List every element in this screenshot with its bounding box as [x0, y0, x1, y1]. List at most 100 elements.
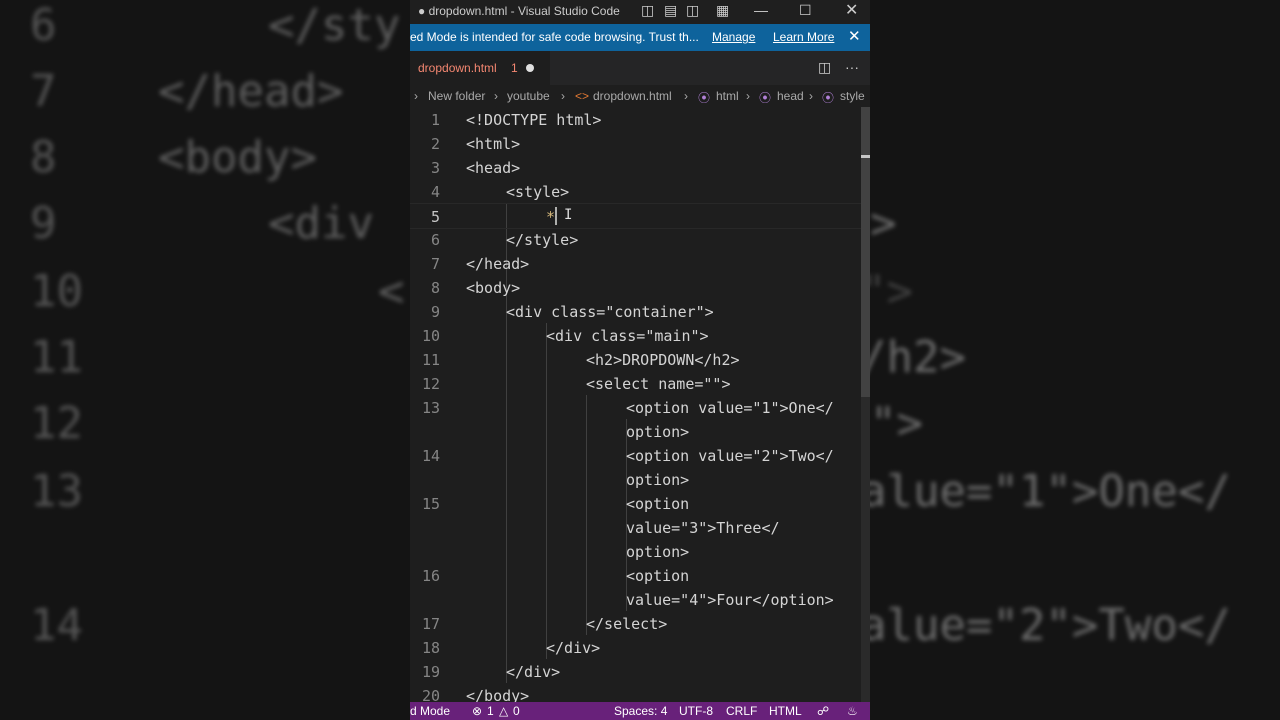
bg-code: > [870, 198, 897, 249]
breadcrumb-separator-icon: › [746, 89, 750, 103]
toggle-secondary-sidebar-icon[interactable]: ◫ [686, 2, 699, 19]
code-line: 16 <option [410, 563, 870, 587]
code-line: 7 </head> [410, 251, 870, 275]
more-actions-icon[interactable]: ··· [845, 59, 859, 75]
code-text: value="3">Three</ [626, 519, 780, 537]
customize-layout-icon[interactable]: ▦ [716, 2, 729, 19]
scrollbar-thumb[interactable] [861, 107, 870, 397]
bg-code: < [378, 266, 405, 317]
code-line-wrapped: option> [410, 467, 870, 491]
cursor-position-marker [861, 155, 870, 158]
code-text: * [546, 208, 556, 226]
line-number: 3 [430, 159, 440, 177]
code-text: <div class="container"> [506, 303, 714, 321]
line-number: 5 [430, 208, 440, 226]
background-right: > "> /h2> "> alue="1">One</ alue="2">Two… [870, 0, 1280, 720]
line-number: 16 [421, 567, 440, 585]
code-text: <h2>DROPDOWN</h2> [586, 351, 740, 369]
bg-line-number: 11 [30, 332, 83, 383]
split-editor-icon[interactable]: ◫ [818, 59, 831, 76]
breadcrumb-item[interactable]: style [840, 89, 865, 103]
line-number: 9 [430, 303, 440, 321]
code-line: 10 <div class="main"> [410, 323, 870, 347]
breadcrumb-separator-icon: › [561, 89, 565, 103]
code-line: 13 <option value="1">One</ [410, 395, 870, 419]
line-number: 10 [421, 327, 440, 345]
tab-problem-count: 1 [511, 61, 518, 75]
element-symbol-icon: ⦿ [822, 91, 835, 105]
code-editor[interactable]: 1 <!DOCTYPE html> 2 <html> 3 <head> 4 <s… [410, 107, 870, 705]
bg-line-number: 14 [30, 600, 83, 651]
status-bar: d Mode ⊗ 1 △ 0 Spaces: 4 UTF-8 CRLF HTML… [410, 702, 870, 720]
line-number: 15 [421, 495, 440, 513]
bg-code: <body> [158, 132, 317, 183]
breadcrumb-item[interactable]: html [716, 89, 739, 103]
bg-line-number: 9 [30, 198, 57, 249]
banner-message: ed Mode is intended for safe code browsi… [410, 30, 699, 44]
feedback-icon[interactable]: ☍ [817, 704, 829, 718]
bg-code: </sty [268, 0, 401, 51]
line-number: 18 [421, 639, 440, 657]
close-banner-icon[interactable]: ✕ [848, 27, 861, 45]
element-symbol-icon: ⦿ [698, 91, 711, 105]
code-text: <style> [506, 183, 570, 201]
code-text: </select> [586, 615, 668, 633]
manage-link[interactable]: Manage [712, 30, 755, 44]
breadcrumb-separator-icon: › [414, 89, 418, 103]
ibeam-cursor-icon: I [564, 207, 573, 223]
line-number: 17 [421, 615, 440, 633]
code-line-wrapped: value="4">Four</option> [410, 587, 870, 611]
code-text: option> [626, 471, 690, 489]
title-bar: ● dropdown.html - Visual Studio Code ◫ ▤… [410, 0, 870, 24]
breadcrumb-item[interactable]: youtube [507, 89, 550, 103]
code-line: 8 <body> [410, 275, 870, 299]
line-number: 14 [421, 447, 440, 465]
breadcrumb: › New folder › youtube › <> dropdown.htm… [410, 85, 870, 107]
line-number: 8 [430, 279, 440, 297]
language-status[interactable]: HTML [769, 704, 802, 718]
restricted-mode-status[interactable]: d Mode [410, 704, 450, 718]
code-text: <select name=""> [586, 375, 731, 393]
tab-dropdown-html[interactable]: dropdown.html 1 [410, 51, 550, 85]
code-text: </div> [506, 663, 561, 681]
code-line-wrapped: value="3">Three</ [410, 515, 870, 539]
code-line: 4 <style> [410, 179, 870, 203]
breadcrumb-separator-icon: › [684, 89, 688, 103]
notifications-bell-icon[interactable]: ♨ [847, 704, 858, 718]
code-line-wrapped: option> [410, 539, 870, 563]
close-window-icon[interactable]: ✕ [845, 0, 858, 20]
code-line: 17 </select> [410, 611, 870, 635]
indentation-status[interactable]: Spaces: 4 [614, 704, 667, 718]
bg-code: </head> [158, 66, 344, 117]
code-text: value="4">Four</option> [626, 591, 834, 609]
bg-line-number: 10 [30, 266, 83, 317]
toggle-panel-icon[interactable]: ▤ [664, 2, 677, 19]
line-number: 11 [421, 351, 440, 369]
bg-code: "> [870, 398, 923, 449]
editor-scrollbar[interactable] [861, 107, 870, 702]
bg-line-number: 7 [30, 66, 57, 117]
eol-status[interactable]: CRLF [726, 704, 757, 718]
minimize-icon[interactable]: — [754, 2, 768, 18]
warning-icon[interactable]: △ [499, 704, 508, 718]
code-text: <!DOCTYPE html> [466, 111, 602, 129]
code-line: 2 <html> [410, 131, 870, 155]
text-cursor [555, 207, 557, 225]
breadcrumb-item[interactable]: dropdown.html [593, 89, 672, 103]
code-text: <body> [466, 279, 521, 297]
maximize-icon[interactable]: ☐ [799, 2, 812, 19]
error-count[interactable]: 1 [487, 704, 494, 718]
breadcrumb-item[interactable]: New folder [428, 89, 485, 103]
error-icon[interactable]: ⊗ [472, 704, 482, 718]
line-number: 4 [430, 183, 440, 201]
learn-more-link[interactable]: Learn More [773, 30, 834, 44]
unsaved-dot-icon[interactable] [526, 64, 534, 72]
code-line: 18 </div> [410, 635, 870, 659]
tab-label: dropdown.html [418, 61, 497, 75]
restricted-mode-banner: ed Mode is intended for safe code browsi… [410, 24, 870, 51]
toggle-sidebar-icon[interactable]: ◫ [641, 2, 654, 19]
breadcrumb-item[interactable]: head [777, 89, 804, 103]
encoding-status[interactable]: UTF-8 [679, 704, 713, 718]
code-line: 11 <h2>DROPDOWN</h2> [410, 347, 870, 371]
warning-count[interactable]: 0 [513, 704, 520, 718]
